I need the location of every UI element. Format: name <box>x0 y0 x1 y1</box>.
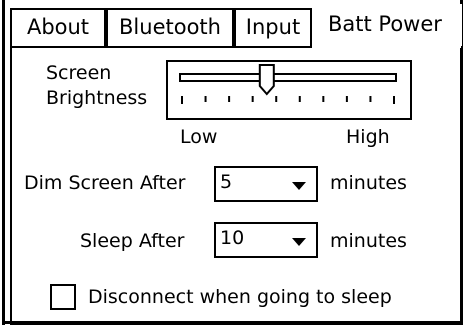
sleep-after-value: 10 <box>220 227 245 249</box>
high-label: High <box>346 126 390 148</box>
sleep-after-unit: minutes <box>330 230 407 252</box>
slider-track <box>179 73 397 82</box>
tab-bluetooth[interactable]: Bluetooth <box>106 8 234 46</box>
brightness-slider[interactable] <box>168 62 410 118</box>
dim-screen-dropdown[interactable]: 5 <box>214 166 318 202</box>
slider-ticks <box>181 96 395 104</box>
tab-input[interactable]: Input <box>234 8 312 46</box>
chevron-down-icon[interactable] <box>292 182 306 190</box>
brightness-label-line2: Brightness <box>46 87 148 109</box>
sleep-after-dropdown[interactable]: 10 <box>214 222 318 258</box>
tab-about[interactable]: About <box>10 8 106 46</box>
dim-screen-unit: minutes <box>330 172 407 194</box>
low-label: Low <box>180 126 218 148</box>
brightness-label-line1: Screen <box>46 62 112 84</box>
disconnect-checkbox[interactable] <box>50 284 76 310</box>
dim-screen-label: Dim Screen After <box>24 172 186 194</box>
brightness-slider-box <box>166 60 412 120</box>
dim-screen-value: 5 <box>220 171 233 193</box>
sleep-after-label: Sleep After <box>80 230 185 252</box>
tab-batt-power[interactable]: Batt Power <box>312 4 462 48</box>
battery-settings-window: About Bluetooth Input Batt Power Screen … <box>0 0 463 325</box>
chevron-down-icon[interactable] <box>292 238 306 246</box>
slider-thumb[interactable] <box>258 64 275 96</box>
disconnect-checkbox-label[interactable]: Disconnect when going to sleep <box>88 286 392 308</box>
